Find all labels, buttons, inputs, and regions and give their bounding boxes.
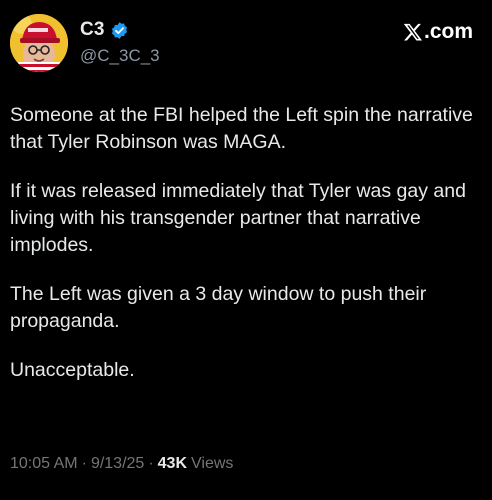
brand-suffix: .com [423,20,473,43]
author-handle[interactable]: @C_3C_3 [80,46,160,66]
avatar-red-cap-icon [10,14,68,72]
tweet-paragraph: Unacceptable. [10,359,135,381]
author-name-row: C3 [80,18,160,42]
tweet-paragraph: Someone at the FBI helped the Left spin … [10,104,473,153]
tweet-date[interactable]: 9/13/25 [91,455,144,473]
meta-separator: · [148,455,154,472]
tweet-card: C3 @C_3C_3 .com Someone at the FBI helpe… [0,0,492,500]
x-logo-icon [403,22,423,42]
tweet-meta: 10:05 AM · 9/13/25 · 43K Views [10,455,233,473]
tweet-paragraph: The Left was given a 3 day window to pus… [10,283,427,332]
avatar[interactable] [10,14,68,72]
verified-badge-icon [110,21,129,40]
brand-watermark: .com [403,19,473,45]
tweet-paragraph: If it was released immediately that Tyle… [10,180,466,256]
author-block: C3 @C_3C_3 [80,18,160,66]
meta-separator: · [81,455,87,472]
author-display-name[interactable]: C3 [80,19,105,41]
tweet-body: Someone at the FBI helped the Left spin … [10,102,486,406]
views-label: Views [191,455,234,472]
tweet-time[interactable]: 10:05 AM [10,455,78,473]
views-count[interactable]: 43K [158,455,187,473]
